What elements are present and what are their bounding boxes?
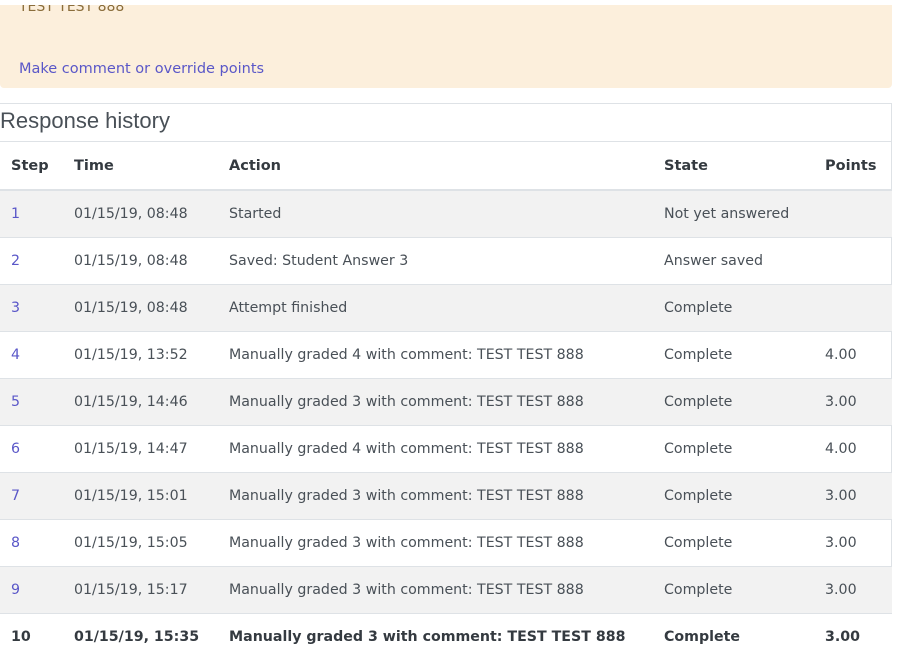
table-row: 6 01/15/19, 14:47 Manually graded 4 with c…	[0, 425, 892, 473]
step-cell: 7	[0, 472, 74, 520]
state-cell: Complete	[664, 284, 825, 332]
time-cell: 01/15/19, 15:17	[74, 566, 229, 614]
action-cell: Manually graded 3 with comment: TEST TES…	[229, 472, 664, 520]
points-cell: 3.00	[825, 519, 892, 567]
state-cell: Answer saved	[664, 237, 825, 285]
points-cell: 3.00	[825, 472, 892, 520]
state-cell: Complete	[664, 425, 825, 473]
step-cell: 1	[0, 189, 74, 238]
action-cell: Manually graded 3 with comment: TEST TES…	[229, 519, 664, 567]
action-cell: Manually graded 3 with comment: TEST TES…	[229, 378, 664, 426]
points-cell	[825, 189, 892, 238]
table-row: 2 01/15/19, 08:48 Saved: Student Answer 3A…	[0, 237, 892, 285]
points-cell	[825, 284, 892, 332]
column-header-time: Time	[74, 141, 229, 191]
time-cell: 01/15/19, 15:05	[74, 519, 229, 567]
time-cell: 01/15/19, 08:48	[74, 284, 229, 332]
time-cell: 01/15/19, 14:47	[74, 425, 229, 473]
table-row: 3 01/15/19, 08:48 Attempt finished Complete	[0, 284, 892, 332]
table-row: 8 01/15/19, 15:05 Manually graded 3 with c…	[0, 519, 892, 567]
response-history-table: Step Time Action State Points 1 01/15/19,…	[0, 141, 892, 660]
time-cell: 01/15/19, 08:48	[74, 189, 229, 238]
comment-panel: TEST TEST 888 Make comment or override p…	[0, 5, 892, 88]
time-cell: 01/15/19, 13:52	[74, 331, 229, 379]
step-link[interactable]: 2	[11, 253, 20, 269]
make-comment-link[interactable]: Make comment or override points	[19, 61, 264, 77]
time-cell: 01/15/19, 15:01	[74, 472, 229, 520]
state-cell: Complete	[664, 566, 825, 614]
table-header-row: Step Time Action State Points	[0, 141, 892, 191]
state-cell: Complete	[664, 613, 825, 660]
table-row: 9 01/15/19, 15:17 Manually graded 3 with c…	[0, 566, 892, 614]
action-cell: Manually graded 3 with comment: TEST TES…	[229, 613, 664, 660]
state-cell: Complete	[664, 472, 825, 520]
action-cell: Manually graded 4 with comment: TEST TES…	[229, 331, 664, 379]
step-link[interactable]: 3	[11, 300, 20, 316]
table-row: 5 01/15/19, 14:46 Manually graded 3 with c…	[0, 378, 892, 426]
points-cell: 4.00	[825, 331, 892, 379]
action-cell: Manually graded 4 with comment: TEST TES…	[229, 425, 664, 473]
step-link[interactable]: 1	[11, 206, 20, 222]
action-cell: Manually graded 3 with comment: TEST TES…	[229, 566, 664, 614]
action-cell: Saved: Student Answer 3	[229, 237, 664, 285]
points-cell: 3.00	[825, 566, 892, 614]
state-cell: Complete	[664, 331, 825, 379]
step-cell: 9	[0, 566, 74, 614]
response-history-panel: Response history Step Time Action State …	[0, 103, 892, 660]
state-cell: Complete	[664, 378, 825, 426]
time-cell: 01/15/19, 08:48	[74, 237, 229, 285]
table-row: 10 01/15/19, 15:35 Manually graded 3 with …	[0, 613, 892, 660]
table-row: 7 01/15/19, 15:01 Manually graded 3 with c…	[0, 472, 892, 520]
comment-text: TEST TEST 888	[19, 5, 125, 15]
step-link[interactable]: 5	[11, 394, 20, 410]
state-cell: Not yet answered	[664, 189, 825, 238]
state-cell: Complete	[664, 519, 825, 567]
points-cell: 3.00	[825, 613, 892, 660]
column-header-points: Points	[825, 141, 892, 191]
column-header-action: Action	[229, 141, 664, 191]
step-link[interactable]: 7	[11, 488, 20, 504]
points-cell	[825, 237, 892, 285]
column-header-state: State	[664, 141, 825, 191]
table-row: 4 01/15/19, 13:52 Manually graded 4 with c…	[0, 331, 892, 379]
step-cell: 3	[0, 284, 74, 332]
action-cell: Started	[229, 189, 664, 238]
time-cell: 01/15/19, 15:35	[74, 613, 229, 660]
column-header-step: Step	[0, 141, 74, 191]
step-cell: 10	[0, 613, 74, 660]
step-cell: 6	[0, 425, 74, 473]
time-cell: 01/15/19, 14:46	[74, 378, 229, 426]
step-cell: 2	[0, 237, 74, 285]
action-cell: Attempt finished	[229, 284, 664, 332]
response-history-title: Response history	[0, 108, 170, 133]
points-cell: 3.00	[825, 378, 892, 426]
step-cell: 8	[0, 519, 74, 567]
step-link[interactable]: 6	[11, 441, 20, 457]
step-cell: 4	[0, 331, 74, 379]
step-link: 10	[11, 629, 31, 645]
step-link[interactable]: 8	[11, 535, 20, 551]
table-row: 1 01/15/19, 08:48 Started Not yet answered	[0, 189, 892, 238]
step-link[interactable]: 4	[11, 347, 20, 363]
step-cell: 5	[0, 378, 74, 426]
points-cell: 4.00	[825, 425, 892, 473]
step-link[interactable]: 9	[11, 582, 20, 598]
